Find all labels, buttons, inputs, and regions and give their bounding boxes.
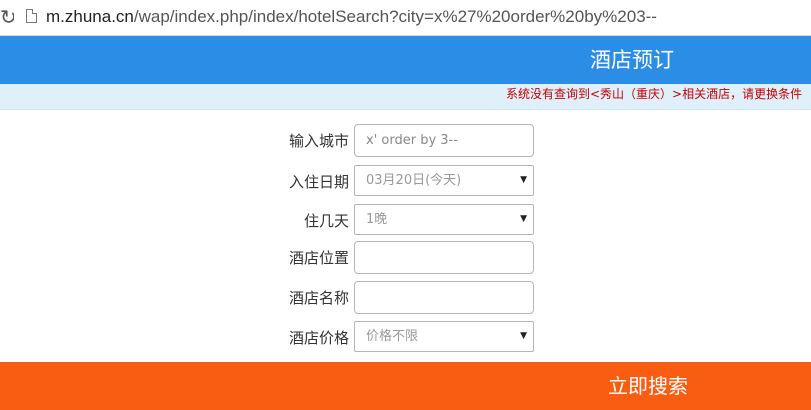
notice-bar: 系统没有查询到<秀山（重庆）>相关酒店，请更换条件 [0, 84, 811, 110]
checkin-value: 03月20日(今天) [366, 173, 462, 188]
checkin-row: 入住日期 03月20日(今天) ▼ [0, 165, 811, 199]
reload-icon[interactable]: ↻ [0, 6, 14, 28]
search-button-label: 立即搜索 [608, 374, 688, 398]
no-results-notice: 系统没有查询到<秀山（重庆）>相关酒店，请更换条件 [506, 87, 803, 101]
location-row: 酒店位置 [0, 241, 811, 275]
page-icon [26, 9, 37, 23]
url-field[interactable]: m.zhuna.cn/wap/index.php/index/hotelSear… [46, 6, 657, 28]
page-title: 酒店预订 [590, 48, 674, 72]
url-path: /wap/index.php/index/hotelSearch?city=x%… [133, 7, 657, 26]
price-row: 酒店价格 价格不限 ▼ [0, 321, 811, 355]
dropdown-arrow-icon: ▼ [520, 331, 527, 341]
dropdown-arrow-icon: ▼ [520, 175, 527, 185]
city-input[interactable]: x' order by 3-- [354, 124, 534, 157]
url-host: m.zhuna.cn [46, 7, 134, 26]
city-row: 输入城市 x' order by 3-- [0, 124, 811, 158]
dropdown-arrow-icon: ▼ [520, 214, 527, 224]
nights-select[interactable]: 1晚 ▼ [354, 204, 534, 235]
header-bar: 酒店预订 [0, 36, 811, 84]
price-select[interactable]: 价格不限 ▼ [354, 321, 534, 352]
price-value: 价格不限 [366, 329, 419, 344]
price-label: 酒店价格 [288, 329, 349, 347]
hotel-name-input[interactable] [354, 281, 534, 314]
nights-value: 1晚 [366, 212, 388, 227]
nights-row: 住几天 1晚 ▼ [0, 204, 811, 238]
checkin-select[interactable]: 03月20日(今天) ▼ [354, 165, 534, 196]
hotel-name-label: 酒店名称 [288, 289, 349, 307]
browser-address-bar: ↻ m.zhuna.cn/wap/index.php/index/hotelSe… [0, 0, 811, 36]
hotel-name-row: 酒店名称 [0, 281, 811, 315]
city-label: 输入城市 [288, 132, 349, 150]
location-input[interactable] [354, 241, 534, 274]
search-button[interactable]: 立即搜索 [0, 362, 811, 410]
checkin-label: 入住日期 [288, 173, 349, 191]
location-label: 酒店位置 [288, 249, 349, 267]
nights-label: 住几天 [303, 212, 349, 230]
